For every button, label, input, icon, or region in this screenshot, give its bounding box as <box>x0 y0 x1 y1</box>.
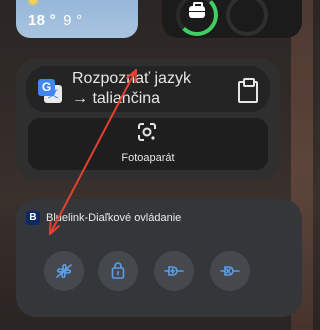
annotation-arrow <box>49 69 137 235</box>
arrow-line <box>49 69 137 235</box>
